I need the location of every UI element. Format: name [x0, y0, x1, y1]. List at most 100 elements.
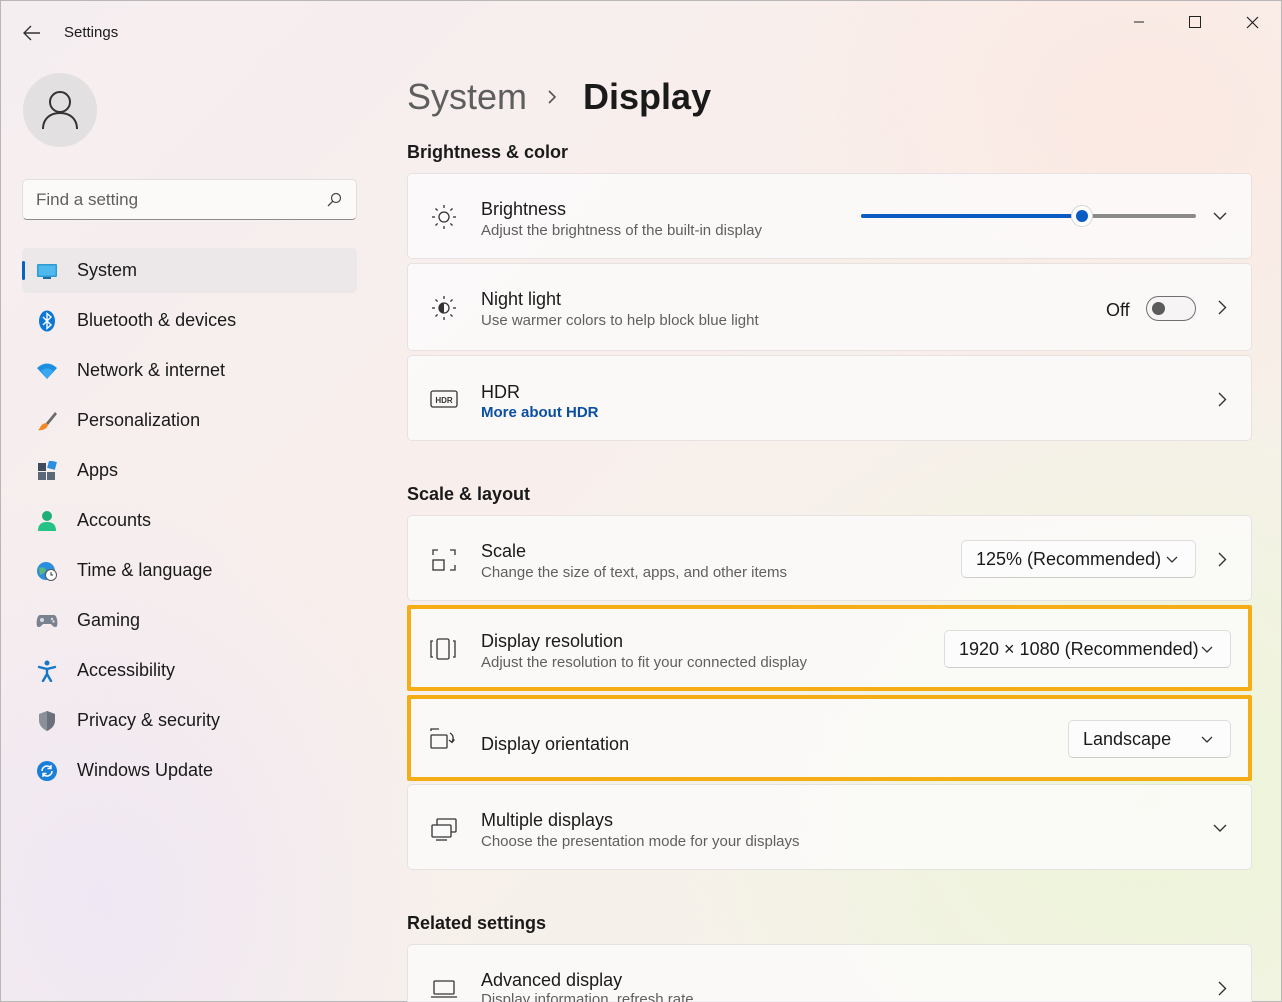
sun-icon	[430, 203, 458, 231]
maximize-button[interactable]	[1172, 7, 1218, 37]
section-title-scale-layout: Scale & layout	[407, 484, 531, 504]
apps-icon	[36, 460, 58, 482]
display-orientation-card: Display orientation Landscape	[407, 695, 1252, 781]
wifi-icon	[36, 360, 58, 382]
user-icon	[42, 91, 78, 130]
display-resolution-title: Display resolution	[481, 631, 624, 651]
sidebar-item-label: Gaming	[77, 610, 141, 630]
sidebar-item-label: Accounts	[77, 510, 152, 530]
laptop-icon	[430, 975, 458, 1002]
chevron-right-icon	[547, 89, 557, 105]
system-icon	[36, 260, 58, 282]
brightness-slider-fill	[861, 214, 1083, 218]
advanced-display-card[interactable]: Advanced display Display information, re…	[407, 944, 1252, 1002]
sidebar-item-privacy[interactable]: Privacy & security	[22, 698, 357, 743]
night-light-state: Off	[1106, 300, 1130, 320]
title-bar: Settings	[1, 1, 1281, 61]
back-button[interactable]	[17, 19, 47, 47]
multiple-displays-title: Multiple displays	[481, 810, 614, 830]
chevron-down-icon	[1201, 646, 1213, 653]
search-icon[interactable]	[326, 192, 342, 208]
brightness-slider-thumb[interactable]	[1071, 205, 1094, 227]
svg-text:HDR: HDR	[435, 396, 453, 405]
avatar[interactable]	[23, 73, 97, 147]
advanced-display-title: Advanced display	[481, 970, 623, 990]
brush-icon	[36, 410, 58, 432]
chevron-down-icon	[1166, 556, 1178, 563]
breadcrumb: System Display	[407, 73, 711, 121]
orientation-icon	[429, 725, 457, 753]
sidebar-item-gaming[interactable]: Gaming	[22, 598, 357, 643]
chevron-down-icon	[1201, 736, 1213, 743]
bluetooth-icon	[36, 310, 58, 332]
scale-dropdown-value: 125% (Recommended)	[976, 548, 1162, 569]
search-input[interactable]	[36, 180, 316, 219]
chevron-down-icon[interactable]	[1212, 820, 1228, 836]
gamepad-icon	[36, 610, 58, 632]
multiple-displays-card[interactable]: Multiple displays Choose the presentatio…	[407, 784, 1252, 870]
accounts-icon	[36, 510, 58, 532]
chevron-down-icon[interactable]	[1212, 208, 1228, 224]
advanced-display-subtitle: Display information, refresh rate	[481, 991, 694, 1002]
app-title: Settings	[64, 24, 119, 41]
chevron-right-icon[interactable]	[1214, 299, 1230, 315]
night-light-icon	[430, 294, 458, 322]
section-title-related-settings: Related settings	[407, 913, 547, 933]
page-title: Display	[583, 76, 712, 117]
scale-card[interactable]: Scale Change the size of text, apps, and…	[407, 515, 1252, 601]
minimize-icon	[1134, 21, 1144, 23]
scale-subtitle: Change the size of text, apps, and other…	[481, 564, 788, 581]
chevron-right-icon[interactable]	[1214, 391, 1230, 407]
sidebar-item-label: Bluetooth & devices	[77, 310, 237, 330]
night-light-card[interactable]: Night light Use warmer colors to help bl…	[407, 263, 1252, 351]
close-icon	[1246, 16, 1258, 28]
back-arrow-icon	[23, 25, 40, 41]
sidebar-item-label: Network & internet	[77, 360, 226, 380]
update-icon	[36, 760, 58, 782]
sidebar-item-accessibility[interactable]: Accessibility	[22, 648, 357, 693]
display-resolution-subtitle: Adjust the resolution to fit your connec…	[481, 654, 808, 671]
accessibility-icon	[36, 660, 58, 682]
resolution-dropdown[interactable]: 1920 × 1080 (Recommended)	[944, 630, 1231, 668]
hdr-link[interactable]: More about HDR	[481, 404, 599, 421]
sidebar-item-label: Personalization	[77, 410, 201, 430]
sidebar-item-time-language[interactable]: Time & language	[22, 548, 357, 593]
chevron-right-icon[interactable]	[1214, 980, 1230, 996]
multiple-displays-subtitle: Choose the presentation mode for your di…	[481, 833, 800, 850]
sidebar-nav: System Bluetooth & devices Network & int…	[22, 248, 357, 798]
brightness-slider[interactable]	[861, 205, 1196, 227]
search-box	[22, 179, 357, 220]
breadcrumb-parent[interactable]: System	[407, 76, 527, 118]
minimize-button[interactable]	[1116, 7, 1162, 37]
sidebar-item-apps[interactable]: Apps	[22, 448, 357, 493]
scale-title: Scale	[481, 541, 527, 561]
sidebar-item-accounts[interactable]: Accounts	[22, 498, 357, 543]
night-light-subtitle: Use warmer colors to help block blue lig…	[481, 312, 759, 329]
sidebar-item-label: System	[77, 260, 138, 280]
section-title-brightness-color: Brightness & color	[407, 142, 569, 162]
sidebar-item-label: Time & language	[77, 560, 213, 580]
sidebar-item-bluetooth[interactable]: Bluetooth & devices	[22, 298, 357, 343]
sidebar-item-personalization[interactable]: Personalization	[22, 398, 357, 443]
sidebar-item-system[interactable]: System	[22, 248, 357, 293]
sidebar-item-network[interactable]: Network & internet	[22, 348, 357, 393]
resolution-dropdown-value: 1920 × 1080 (Recommended)	[959, 638, 1199, 659]
sidebar-item-windows-update[interactable]: Windows Update	[22, 748, 357, 793]
chevron-right-icon[interactable]	[1214, 551, 1230, 567]
multiple-displays-icon	[430, 815, 458, 843]
hdr-title: HDR	[481, 382, 520, 402]
hdr-icon: HDR	[430, 385, 458, 413]
brightness-subtitle: Adjust the brightness of the built-in di…	[481, 222, 762, 239]
night-light-toggle[interactable]	[1146, 296, 1196, 321]
scale-dropdown[interactable]: 125% (Recommended)	[961, 540, 1196, 578]
sidebar-item-label: Windows Update	[77, 760, 214, 780]
resolution-icon	[429, 635, 457, 663]
orientation-dropdown[interactable]: Landscape	[1068, 720, 1231, 758]
hdr-card[interactable]: HDR HDR More about HDR	[407, 355, 1252, 441]
sidebar-item-label: Accessibility	[77, 660, 176, 680]
sidebar-item-label: Apps	[77, 460, 119, 480]
display-orientation-title: Display orientation	[481, 734, 630, 754]
brightness-title: Brightness	[481, 199, 567, 219]
scale-icon	[430, 546, 458, 574]
close-button[interactable]	[1229, 7, 1275, 37]
